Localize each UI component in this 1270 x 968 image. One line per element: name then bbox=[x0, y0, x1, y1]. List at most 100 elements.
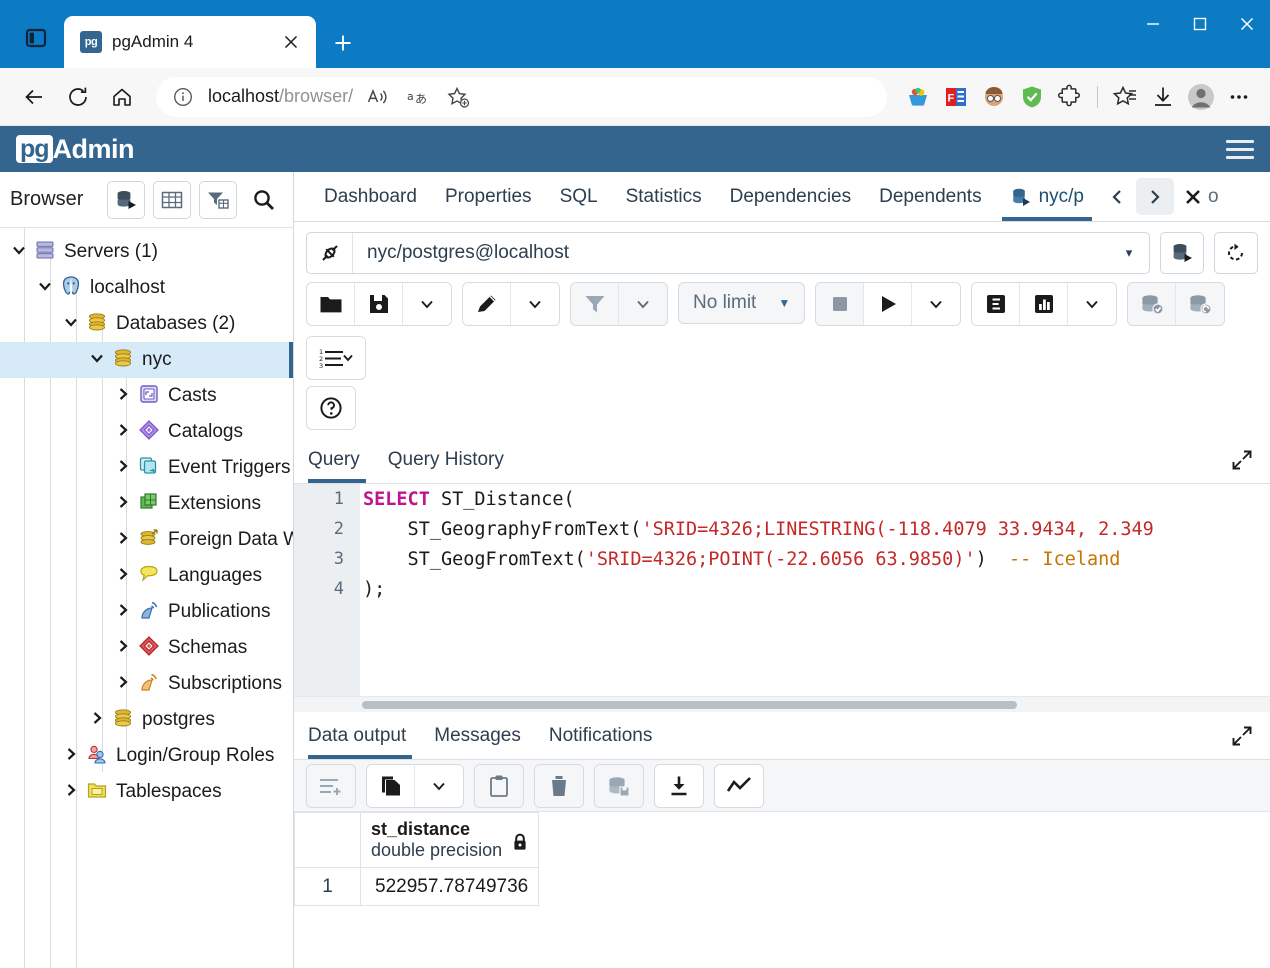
column-header[interactable]: st_distance double precision bbox=[359, 812, 540, 868]
chevron-down-icon[interactable] bbox=[84, 350, 110, 370]
chevron-right-icon[interactable] bbox=[110, 494, 136, 514]
query-tool-button[interactable] bbox=[107, 180, 145, 219]
tab-scroll-next-button[interactable] bbox=[1136, 178, 1174, 215]
tree-item-postgres[interactable]: postgres bbox=[0, 702, 293, 738]
save-file-dropdown[interactable] bbox=[403, 283, 451, 325]
code-line[interactable]: 2 ST_GeographyFromText('SRID=4326;LINEST… bbox=[294, 514, 1270, 544]
connection-select[interactable]: nyc/postgres@localhost ▾ bbox=[306, 232, 1150, 274]
close-tab-button[interactable] bbox=[1174, 172, 1212, 221]
address-bar[interactable]: localhost/browser/ aあ bbox=[156, 76, 887, 117]
back-arrow-icon[interactable] bbox=[14, 77, 54, 117]
read-aloud-icon[interactable] bbox=[363, 82, 393, 112]
tree-item-languages[interactable]: Languages bbox=[0, 558, 293, 594]
expand-panel-icon[interactable] bbox=[1230, 724, 1254, 753]
add-row-button[interactable] bbox=[307, 764, 355, 807]
edit-menu-button[interactable] bbox=[463, 283, 511, 325]
editor-tab-query[interactable]: Query bbox=[308, 436, 374, 483]
graph-visualiser-button[interactable] bbox=[715, 764, 763, 807]
tree-item-databases-2[interactable]: Databases (2) bbox=[0, 306, 293, 342]
close-icon[interactable] bbox=[276, 27, 306, 57]
help-button[interactable] bbox=[307, 387, 355, 429]
reset-layout-button[interactable] bbox=[1214, 232, 1258, 274]
filter-button[interactable] bbox=[571, 283, 619, 325]
tree-item-schemas[interactable]: Schemas bbox=[0, 630, 293, 666]
copy-button[interactable] bbox=[367, 764, 415, 807]
table-cell[interactable]: 522957.78749736 bbox=[359, 867, 540, 906]
tab-scroll-prev-button[interactable] bbox=[1098, 172, 1136, 221]
tree-item-casts[interactable]: Casts bbox=[0, 378, 293, 414]
paste-button[interactable] bbox=[475, 764, 523, 807]
commit-button[interactable] bbox=[1128, 283, 1177, 325]
code-line[interactable]: 4); bbox=[294, 574, 1270, 604]
copy-dropdown[interactable] bbox=[415, 764, 463, 807]
favorites-star-icon[interactable] bbox=[1108, 80, 1142, 114]
close-window-button[interactable] bbox=[1223, 0, 1270, 48]
object-tree[interactable]: Servers (1) localhost Databases (2) nyc Cast… bbox=[0, 228, 293, 968]
filtered-rows-button[interactable] bbox=[199, 180, 237, 219]
chevron-right-icon[interactable] bbox=[110, 386, 136, 406]
chevron-down-icon[interactable] bbox=[6, 242, 32, 262]
tab-properties[interactable]: Properties bbox=[431, 172, 546, 221]
edit-menu-dropdown[interactable] bbox=[511, 283, 559, 325]
explain-button[interactable] bbox=[972, 283, 1021, 325]
tab-nyc-p[interactable]: nyc/p bbox=[996, 172, 1098, 221]
browser-tab[interactable]: pg pgAdmin 4 bbox=[64, 16, 316, 68]
reload-icon[interactable] bbox=[58, 77, 98, 117]
view-data-button[interactable] bbox=[153, 180, 191, 219]
add-favorite-icon[interactable] bbox=[443, 82, 473, 112]
chevron-right-icon[interactable] bbox=[58, 782, 84, 802]
home-icon[interactable] bbox=[102, 77, 142, 117]
chevron-down-icon[interactable]: ▾ bbox=[1109, 245, 1149, 261]
table-row[interactable]: 1 522957.78749736 bbox=[294, 867, 540, 906]
execute-button[interactable] bbox=[864, 283, 913, 325]
tab-dependents[interactable]: Dependents bbox=[865, 172, 995, 221]
tree-item-localhost[interactable]: localhost bbox=[0, 270, 293, 306]
code-line[interactable]: 3 ST_GeogFromText('SRID=4326;POINT(-22.6… bbox=[294, 544, 1270, 574]
pdf-editor-icon[interactable]: F bbox=[939, 80, 973, 114]
maximize-button[interactable] bbox=[1176, 0, 1223, 48]
chevron-right-icon[interactable] bbox=[110, 674, 136, 694]
hamburger-menu-icon[interactable] bbox=[1226, 139, 1254, 159]
editor-horizontal-scrollbar[interactable] bbox=[294, 696, 1270, 712]
sql-editor[interactable]: 1 SELECT ST_Distance(2 ST_GeographyFromTe… bbox=[294, 484, 1270, 696]
tree-item-subscriptions[interactable]: Subscriptions bbox=[0, 666, 293, 702]
delete-row-button[interactable] bbox=[535, 764, 583, 807]
explain-analyze-button[interactable] bbox=[1020, 283, 1069, 325]
execute-dropdown[interactable] bbox=[912, 283, 961, 325]
output-tab-messages[interactable]: Messages bbox=[420, 712, 535, 759]
result-grid[interactable]: st_distance double precision 1 522957.7874… bbox=[294, 812, 1270, 968]
filter-dropdown[interactable] bbox=[619, 283, 667, 325]
adblock-shield-icon[interactable] bbox=[1015, 80, 1049, 114]
output-tab-data-output[interactable]: Data output bbox=[308, 712, 420, 759]
download-button[interactable] bbox=[655, 764, 703, 807]
open-file-button[interactable] bbox=[307, 283, 355, 325]
tab-sidebar-icon[interactable] bbox=[14, 16, 58, 60]
tab-dependencies[interactable]: Dependencies bbox=[716, 172, 865, 221]
tree-item-publications[interactable]: Publications bbox=[0, 594, 293, 630]
tree-item-extensions[interactable]: Extensions bbox=[0, 486, 293, 522]
tree-item-catalogs[interactable]: Catalogs bbox=[0, 414, 293, 450]
stop-button[interactable] bbox=[816, 283, 865, 325]
account-icon[interactable] bbox=[1184, 80, 1218, 114]
macros-button[interactable]: 123 bbox=[307, 337, 365, 379]
editor-tab-query-history[interactable]: Query History bbox=[374, 436, 518, 483]
chevron-right-icon[interactable] bbox=[110, 422, 136, 442]
chevron-down-icon[interactable] bbox=[58, 314, 84, 334]
chevron-right-icon[interactable] bbox=[58, 746, 84, 766]
row-limit-select[interactable]: No limit ▼ bbox=[678, 282, 806, 324]
save-file-button[interactable] bbox=[355, 283, 403, 325]
new-tab-button[interactable] bbox=[328, 28, 358, 58]
extensions-puzzle-icon[interactable] bbox=[1053, 80, 1087, 114]
tree-item-foreign-data-w[interactable]: Foreign Data W bbox=[0, 522, 293, 558]
chevron-right-icon[interactable] bbox=[84, 710, 110, 730]
shopping-basket-icon[interactable] bbox=[901, 80, 935, 114]
tab-sql[interactable]: SQL bbox=[546, 172, 612, 221]
chevron-right-icon[interactable] bbox=[110, 638, 136, 658]
translate-icon[interactable]: aあ bbox=[403, 82, 433, 112]
tree-item-login-group-roles[interactable]: Login/Group Roles bbox=[0, 738, 293, 774]
tree-item-nyc[interactable]: nyc bbox=[0, 342, 293, 378]
new-connection-button[interactable] bbox=[1160, 232, 1204, 274]
tab-dashboard[interactable]: Dashboard bbox=[310, 172, 431, 221]
chevron-right-icon[interactable] bbox=[110, 530, 136, 550]
profile-avatar-icon[interactable] bbox=[977, 80, 1011, 114]
